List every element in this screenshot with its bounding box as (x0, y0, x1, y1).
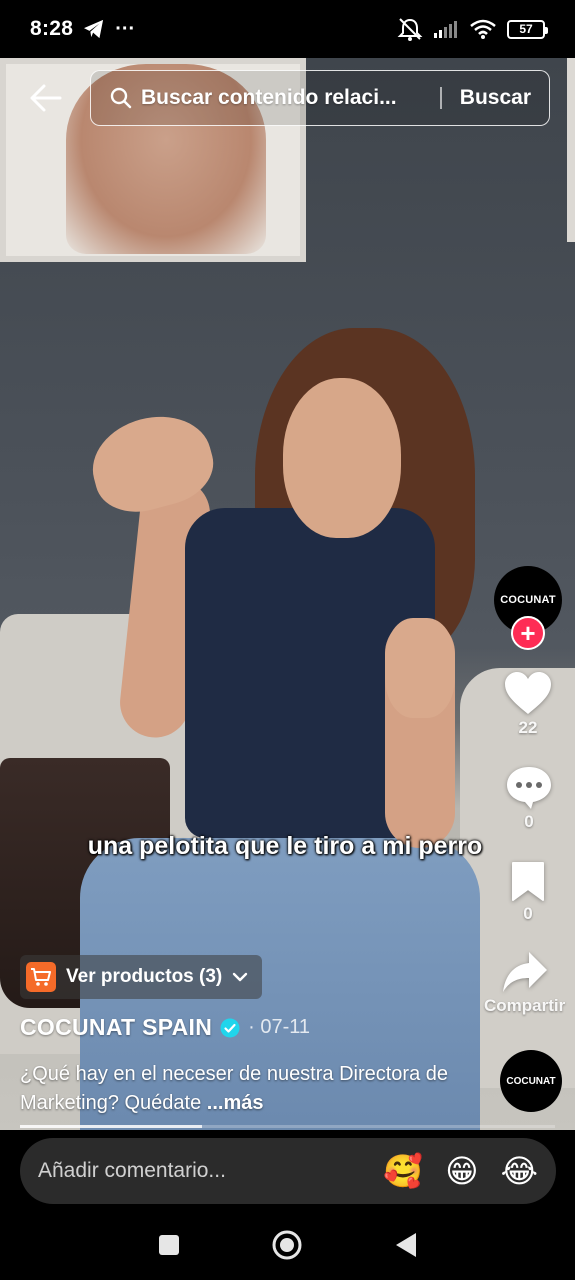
signal-icon (434, 21, 457, 38)
post-description[interactable]: ¿Qué hay en el neceser de nuestra Direct… (20, 1060, 480, 1118)
telegram-icon (84, 19, 104, 39)
author-name[interactable]: COCUNAT SPAIN (20, 1014, 212, 1041)
share-button[interactable]: Compartir (484, 950, 565, 1016)
square-icon (159, 1235, 180, 1255)
like-count: 22 (518, 718, 538, 737)
search-divider (440, 87, 442, 109)
video-progress-bar[interactable] (20, 1125, 555, 1128)
share-label: Compartir (484, 996, 566, 1015)
system-back-button[interactable] (381, 1220, 431, 1270)
back-button[interactable] (28, 82, 68, 114)
save-count: 0 (523, 904, 533, 923)
video-subtitle: una pelotita que le tiro a mi perro (87, 832, 483, 860)
view-products-button[interactable]: Ver productos (3) (20, 955, 263, 999)
more-link[interactable]: ...más (207, 1092, 264, 1114)
comment-placeholder: Añadir comentario... (38, 1159, 226, 1182)
status-time: 8:28 (30, 17, 74, 40)
search-icon (110, 87, 132, 109)
comment-button[interactable]: 0 (505, 764, 553, 832)
circle-icon (272, 1230, 302, 1260)
back-arrow-icon (30, 84, 62, 112)
save-button[interactable]: 0 (510, 860, 546, 924)
like-button[interactable]: 22 (503, 670, 553, 738)
creator-avatar-text: COCUNAT (500, 594, 556, 606)
comment-bar: Añadir comentario... 🥰 😁 😂 (0, 1130, 575, 1210)
heart-icon (505, 672, 551, 714)
sound-disc[interactable]: COCUNAT (500, 1050, 562, 1112)
cart-icon (26, 962, 56, 992)
battery-level: 57 (519, 22, 533, 36)
plus-icon: + (520, 618, 536, 648)
author-row: COCUNAT SPAIN · 07-11 (20, 1014, 310, 1041)
battery-indicator: 57 (507, 19, 548, 39)
emoji-tears-of-joy-button[interactable]: 😂 (501, 1155, 538, 1187)
triangle-back-icon (395, 1233, 416, 1257)
comment-input[interactable]: Añadir comentario... 🥰 😁 😂 (20, 1138, 556, 1204)
view-products-label: Ver productos (3) (66, 966, 223, 987)
video-progress-fill (20, 1125, 202, 1128)
search-button[interactable]: Buscar (460, 86, 531, 110)
sound-disc-text: COCUNAT (506, 1075, 556, 1087)
emoji-grin-button[interactable]: 😁 (445, 1155, 478, 1187)
search-bar[interactable]: Buscar contenido relaci... Buscar (90, 70, 550, 126)
mute-icon (397, 18, 423, 41)
emoji-smiling-hearts-button[interactable]: 🥰 (383, 1155, 423, 1187)
system-nav-bar (0, 1210, 575, 1280)
verified-icon (220, 1018, 240, 1037)
wifi-icon (470, 19, 496, 39)
comment-count: 0 (524, 812, 534, 831)
person-face (283, 378, 401, 538)
home-button[interactable] (262, 1220, 312, 1270)
comment-icon (507, 767, 551, 809)
bookmark-icon (512, 862, 544, 901)
person-hand (385, 618, 455, 718)
chevron-down-icon (233, 972, 248, 982)
recents-button[interactable] (144, 1220, 194, 1270)
status-bar: 8:28 ··· 57 (0, 0, 575, 58)
share-icon (502, 952, 547, 992)
post-date: · 07-11 (248, 1016, 311, 1038)
search-input[interactable]: Buscar contenido relaci... (141, 86, 432, 110)
follow-button[interactable]: + (511, 616, 545, 650)
background-frame-edge (567, 58, 575, 242)
more-notifications-icon: ··· (115, 17, 136, 40)
